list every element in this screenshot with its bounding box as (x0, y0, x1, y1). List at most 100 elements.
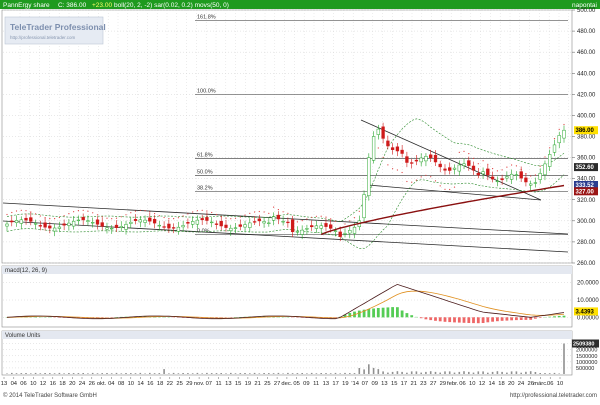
price-tick-label: 460.00 (577, 50, 596, 56)
change-label: +23.00 (92, 2, 112, 9)
sar-dot (73, 211, 74, 212)
macd-panel[interactable]: macd(12, 26, 9) 0.0000010.000020.0000 3.… (2, 266, 599, 327)
candle-body (187, 222, 190, 223)
sar-dot (49, 218, 50, 219)
candle-body (153, 219, 156, 223)
volume-bar (520, 373, 522, 374)
volume-bar (463, 371, 465, 374)
sar-dot (302, 220, 303, 221)
volume-panel[interactable]: Volume Units 500000100000015000002000000… (2, 331, 599, 375)
candle-body (25, 218, 28, 220)
indicator-legend: boll(20, 2, -2) sar(0.02, 0.2) movs(50, … (114, 2, 229, 9)
price-tick-label: 420.00 (577, 92, 596, 98)
volume-bar (225, 373, 227, 374)
candle-body (196, 220, 199, 224)
volume-bar (35, 373, 37, 374)
volume-bar (168, 373, 170, 374)
volume-bar (454, 373, 456, 374)
volume-bar (87, 373, 89, 374)
volume-bar (240, 373, 242, 374)
sar-dot (311, 217, 312, 218)
price-axis: 260.00280.00300.00320.00340.00360.00380.… (572, 8, 596, 267)
volume-bar (478, 371, 480, 374)
macd-value-tag: 3.4393 (574, 307, 598, 315)
sar-dot (421, 176, 422, 177)
candle-body (491, 177, 494, 179)
date-axis-label: 18 (498, 381, 504, 387)
date-axis-label: 04 (11, 381, 18, 387)
sar-dot (97, 214, 98, 215)
candle-body (410, 163, 413, 164)
sar-dot (406, 181, 407, 182)
volume-bar (40, 373, 42, 374)
macd-histogram-bar (439, 317, 442, 321)
candle-body (558, 135, 561, 142)
candle-body (201, 218, 204, 219)
volume-bar (154, 373, 156, 374)
sar-dot (502, 169, 503, 170)
sar-dot (183, 215, 184, 216)
macd-histogram-bar (434, 317, 437, 321)
svg-text:2509380: 2509380 (573, 342, 594, 348)
candle-body (87, 221, 90, 222)
sar-dot (344, 223, 345, 224)
volume-bar (359, 368, 361, 374)
sar-dot (164, 217, 165, 218)
watermark: TeleTrader Professional http://professio… (5, 17, 106, 44)
sar-dot (335, 221, 336, 222)
sar-dot (287, 213, 288, 214)
sar-dot (449, 189, 450, 190)
volume-bar (549, 373, 551, 374)
macd-histogram-bar (391, 307, 394, 317)
svg-text:327.00: 327.00 (576, 189, 595, 195)
sar-dot (25, 210, 26, 211)
sar-dot (59, 217, 60, 218)
sar-dot (487, 164, 488, 165)
candle-body (353, 227, 356, 233)
volume-bar (344, 373, 346, 374)
sar-dot (278, 209, 279, 210)
date-axis-label: 14 (137, 381, 144, 387)
macd-histogram-bar (525, 317, 528, 320)
date-axis-label: 09 (303, 381, 309, 387)
sar-dot (378, 147, 379, 148)
sar-dot (64, 215, 65, 216)
watermark-url: http://professional.teletrader.com (10, 35, 76, 40)
candle-body (339, 232, 342, 237)
date-axis-label: 24 (79, 381, 86, 387)
date-axis-label: 29 (186, 381, 192, 387)
date-axis-label: 08 (118, 381, 124, 387)
watermark-title: TeleTrader Professional (10, 22, 106, 32)
sar-dot (230, 218, 231, 219)
date-axis-label: okt. (97, 381, 107, 387)
volume-bar (140, 373, 142, 374)
macd-histogram-bar (372, 309, 375, 318)
sar-dot (111, 218, 112, 219)
volume-bar (220, 373, 222, 374)
reference-price-tag: 352.60 (574, 163, 598, 171)
sar-dot (544, 156, 545, 157)
volume-bar (425, 372, 427, 374)
sar-dot (273, 207, 274, 208)
macd-histogram-bar (534, 317, 537, 318)
volume-bar (349, 373, 351, 374)
volume-bar (316, 373, 318, 374)
sar-dot (159, 215, 160, 216)
candle-body (115, 225, 118, 228)
volume-bar (54, 373, 56, 374)
candle-body (191, 221, 194, 224)
macd-histogram-bar (367, 309, 370, 317)
volume-bar (397, 371, 399, 374)
candle-body (272, 217, 275, 221)
candle-body (258, 219, 261, 221)
sar-dot (435, 180, 436, 181)
date-axis-label: 25 (264, 381, 270, 387)
footer-url[interactable]: http://professional.teletrader.com (510, 393, 597, 399)
volume-bar (187, 373, 189, 374)
candle-body (215, 224, 218, 225)
volume-bar (282, 374, 284, 375)
macd-histogram-bar (396, 307, 399, 317)
price-panel[interactable]: 260.00280.00300.00320.00340.00360.00380.… (2, 8, 598, 267)
macd-histogram-bar (410, 315, 413, 317)
volume-bar (468, 372, 470, 374)
